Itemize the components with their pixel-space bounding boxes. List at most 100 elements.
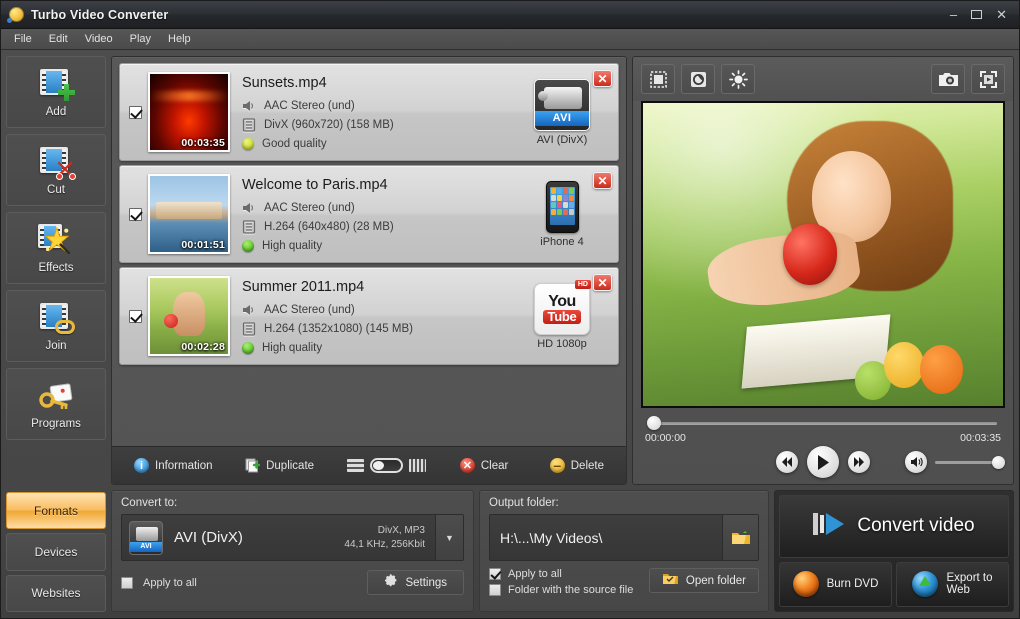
close-button[interactable]: ✕	[996, 8, 1007, 21]
remove-file-button[interactable]: ✕	[593, 172, 612, 189]
fullscreen-icon[interactable]	[971, 64, 1005, 94]
open-folder-label: Open folder	[685, 574, 746, 587]
sidebar-item-add[interactable]: Add	[6, 56, 106, 128]
delete-button[interactable]: – Delete	[542, 454, 612, 477]
play-button[interactable]	[807, 446, 839, 478]
browse-folder-button[interactable]	[722, 515, 758, 560]
convert-to-panel: Convert to: AVI AVI (DivX) DivX, MP3 44,…	[111, 490, 474, 612]
remove-file-button[interactable]: ✕	[593, 274, 612, 291]
table-row[interactable]: 00:02:28 Summer 2011.mp4 AAC Stereo (und…	[119, 267, 619, 365]
settings-button[interactable]: Settings	[367, 570, 464, 595]
app-logo-icon	[7, 7, 24, 23]
file-meta: Sunsets.mp4 AAC Stereo (und) DivX (960x7…	[230, 71, 516, 153]
view-mode-toggle[interactable]	[347, 458, 427, 473]
file-checkbox[interactable]	[129, 105, 142, 119]
output-folder-label: Output folder:	[489, 497, 559, 509]
remove-file-button[interactable]: ✕	[593, 70, 612, 87]
sidebar-item-join[interactable]: Join	[6, 290, 106, 362]
output-folder-panel: Output folder: H:\...\My Videos\ Apply t…	[479, 490, 769, 612]
time-display: 00:00:00 00:03:35	[645, 432, 1001, 444]
film-link-icon	[36, 300, 76, 336]
sidebar-item-programs[interactable]: Programs	[6, 368, 106, 440]
video-info-line: H.264 (1352x1080) (145 MB)	[242, 319, 516, 338]
sidebar-item-cut[interactable]: Cut	[6, 134, 106, 206]
minimize-button[interactable]: –	[950, 8, 957, 21]
brightness-icon[interactable]	[721, 64, 755, 94]
file-target[interactable]: AVI AVI (DivX)	[516, 78, 612, 146]
output-apply-to-all-checkbox[interactable]	[489, 568, 501, 580]
seek-knob[interactable]	[647, 416, 661, 430]
file-checkbox[interactable]	[129, 207, 142, 221]
video-preview[interactable]	[641, 101, 1005, 408]
information-button[interactable]: i Information	[126, 454, 221, 477]
tab-formats[interactable]: Formats	[6, 492, 106, 530]
avi-badge-label: AVI	[535, 110, 589, 126]
selected-format-name: AVI (DivX)	[174, 529, 243, 546]
convert-video-button[interactable]: Convert video	[779, 495, 1009, 558]
tab-websites[interactable]: Websites	[6, 574, 106, 612]
file-target[interactable]: iPhone 4	[516, 180, 612, 248]
next-button[interactable]	[848, 451, 870, 473]
burn-dvd-button[interactable]: Burn DVD	[779, 561, 892, 607]
grid-view-icon[interactable]	[409, 459, 427, 472]
menu-item-help[interactable]: Help	[161, 31, 198, 47]
source-folder-row: Folder with the source file	[489, 584, 633, 596]
video-info: H.264 (1352x1080) (145 MB)	[264, 322, 413, 335]
window-controls: – ✕	[950, 8, 1013, 21]
export-web-label: Export to Web	[946, 572, 992, 596]
menu-item-edit[interactable]: Edit	[42, 31, 75, 47]
crop-icon[interactable]	[641, 64, 675, 94]
sidebar-label-effects: Effects	[38, 262, 74, 274]
previous-button[interactable]	[776, 451, 798, 473]
rotate-icon[interactable]	[681, 64, 715, 94]
output-checkboxes: Apply to all Folder with the source file	[489, 568, 633, 596]
seek-bar[interactable]	[645, 416, 1001, 430]
maximize-button[interactable]	[971, 10, 983, 19]
table-row[interactable]: 00:01:51 Welcome to Paris.mp4 AAC Stereo…	[119, 165, 619, 263]
speaker-icon[interactable]	[905, 451, 927, 473]
output-path-field[interactable]: H:\...\My Videos\	[489, 514, 759, 561]
list-view-icon[interactable]	[347, 459, 365, 472]
video-info-line: DivX (960x720) (158 MB)	[242, 115, 516, 134]
tab-devices[interactable]: Devices	[6, 533, 106, 571]
burn-dvd-label: Burn DVD	[826, 578, 879, 591]
actions-panel: Convert video Burn DVD Export to Web	[774, 490, 1014, 612]
gear-icon	[384, 574, 398, 591]
clear-button[interactable]: ✕ Clear	[452, 454, 516, 477]
delete-label: Delete	[570, 459, 604, 472]
sidebar-item-effects[interactable]: Effects	[6, 212, 106, 284]
information-label: Information	[155, 459, 213, 472]
export-to-web-button[interactable]: Export to Web	[896, 561, 1009, 607]
view-toggle-switch[interactable]	[370, 458, 404, 473]
table-row[interactable]: 00:03:35 Sunsets.mp4 AAC Stereo (und) Di…	[119, 63, 619, 161]
duplicate-button[interactable]: Duplicate	[237, 454, 322, 477]
sidebar-label-add: Add	[45, 106, 67, 118]
folder-icon	[662, 572, 679, 589]
volume-knob[interactable]	[992, 455, 1005, 469]
audio-info: AAC Stereo (und)	[264, 303, 355, 316]
window-title: Turbo Video Converter	[31, 7, 169, 22]
menu-item-play[interactable]: Play	[123, 31, 158, 47]
volume-control	[905, 451, 1005, 473]
open-folder-button[interactable]: Open folder	[648, 568, 759, 593]
file-target[interactable]: HD You Tube HD 1080p	[516, 279, 612, 350]
source-folder-checkbox[interactable]	[489, 584, 501, 596]
target-format-label: HD 1080p	[537, 337, 587, 350]
format-dropdown[interactable]: AVI AVI (DivX) DivX, MP3 44,1 KHz, 256Kb…	[121, 514, 464, 561]
quality-indicator-icon	[242, 137, 254, 150]
audio-info: AAC Stereo (und)	[264, 201, 355, 214]
camera-snapshot-icon[interactable]	[931, 64, 965, 94]
film-add-icon	[36, 66, 76, 102]
volume-slider[interactable]	[935, 455, 1005, 469]
speaker-icon	[242, 99, 256, 113]
info-icon: i	[134, 458, 149, 473]
menu-item-file[interactable]: File	[7, 31, 39, 47]
film-scissors-icon	[36, 144, 76, 180]
menu-item-video[interactable]: Video	[78, 31, 120, 47]
file-checkbox[interactable]	[129, 309, 142, 323]
convert-apply-to-all-checkbox[interactable]	[121, 576, 133, 589]
preview-toolbar	[633, 57, 1013, 101]
avi-format-icon: AVI	[129, 520, 163, 555]
target-format-label: AVI (DivX)	[536, 133, 588, 146]
chevron-down-icon[interactable]: ▼	[435, 515, 463, 560]
